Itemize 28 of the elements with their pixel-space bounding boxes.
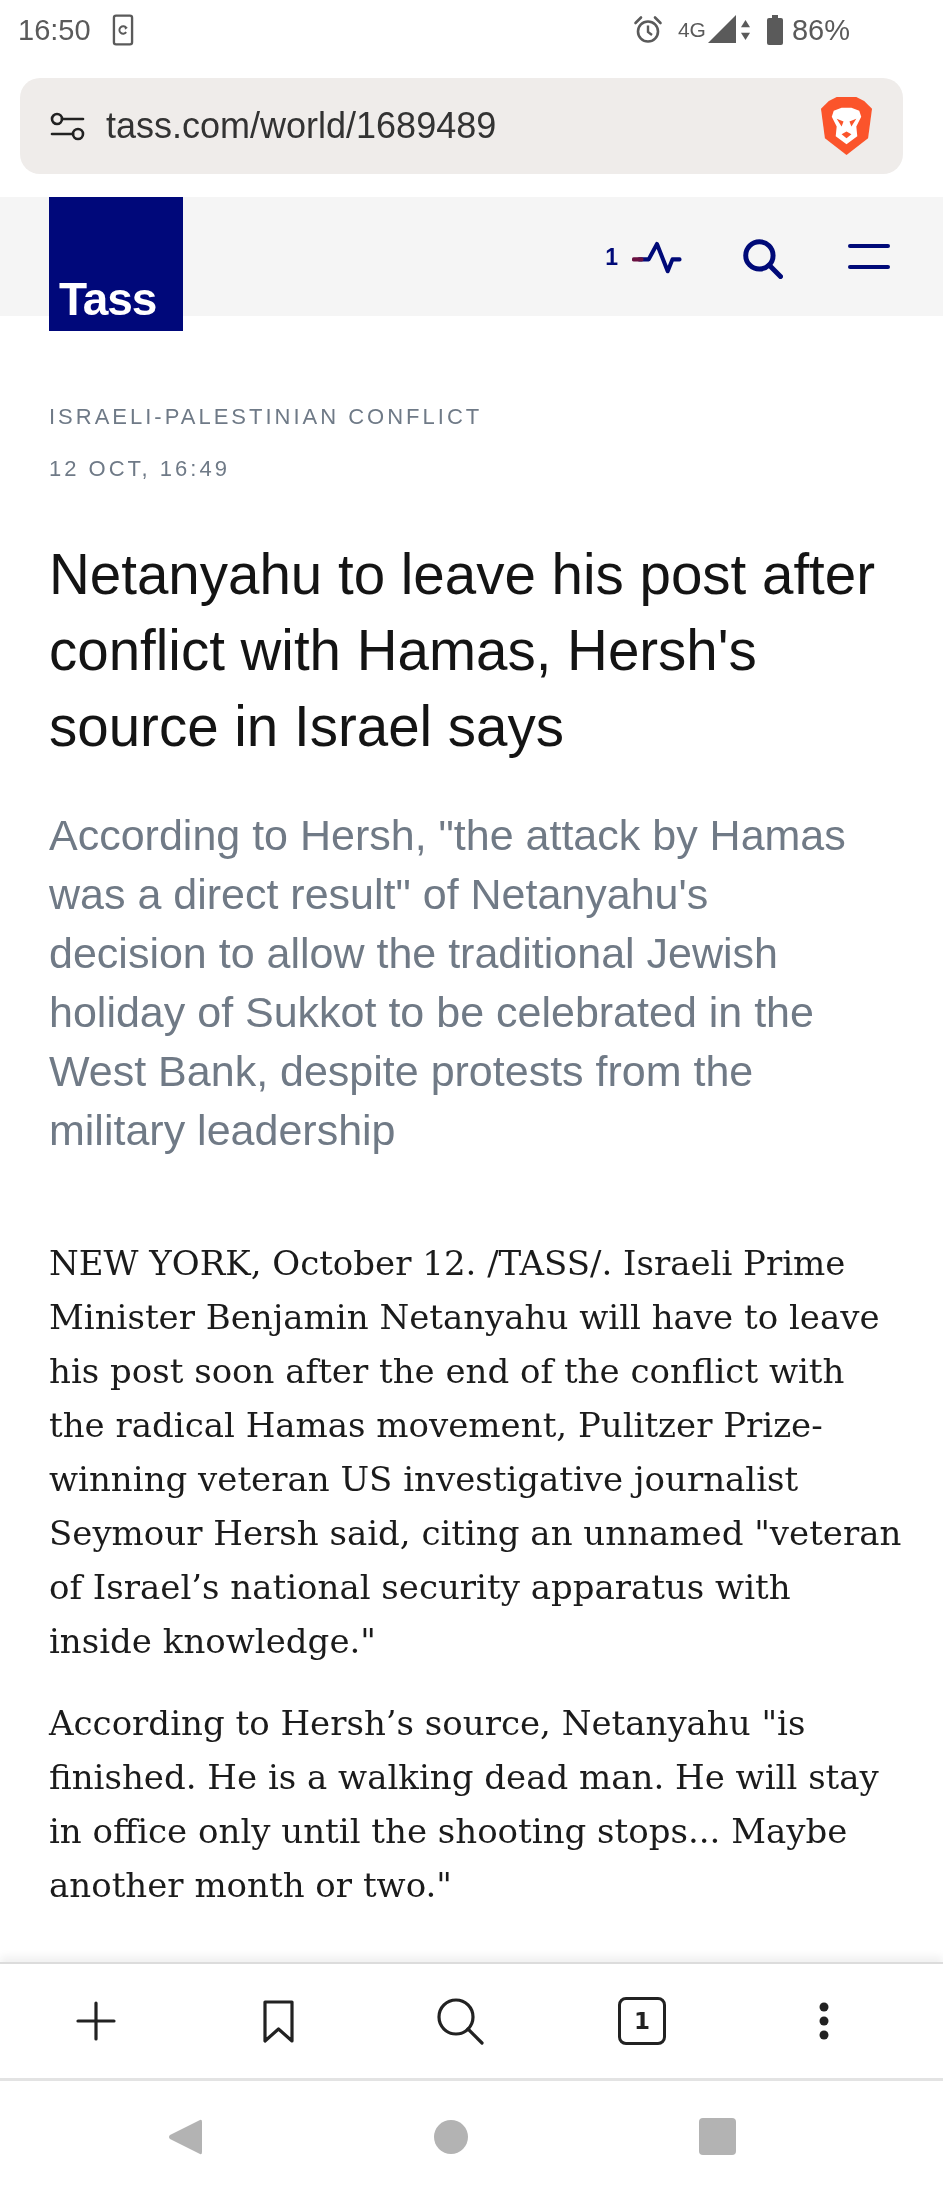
article-lead: According to Hersh, "the attack by Hamas was a direct result" of Netanyahu's decision to allow the traditional Jewish holiday of Sukkot to be celebrated in the West Bank, despite protests from the military leadership — [49, 810, 847, 1156]
live-count-button[interactable]: 1 — [605, 237, 682, 276]
article-paragraph: NEW YORK, October 12. /TASS/. Israeli Prime Minister Benjamin Netanyahu will have to leave his post soon after the end of the conflict with the radical Hamas movement, Pulitzer Prize-winning veteran US investigative journalist Seymour Hersh said, citing an unnamed "veteran of Israel’s national security apparatus with inside knowledge." — [49, 1242, 902, 1663]
battery-icon — [766, 15, 783, 45]
alarm-icon — [632, 15, 663, 45]
address-bar[interactable]: tass.com/world/1689489 — [20, 78, 903, 174]
sliders-icon[interactable] — [50, 111, 85, 141]
data-arrows-icon — [740, 20, 750, 40]
more-icon[interactable] — [819, 2002, 829, 2040]
search-icon[interactable] — [742, 238, 783, 279]
article-headline: Netanyahu to leave his post after conflict with Hamas, Hersh's source in Israel says — [49, 542, 877, 760]
lion-icon[interactable] — [820, 96, 873, 156]
url-text[interactable]: tass.com/world/1689489 — [106, 104, 497, 148]
battery-percent: 86% — [791, 13, 850, 47]
article-paragraph: According to Hersh’s source, Netanyahu "is finished. He is a walking dead man. He will stay in office only until the shooting stops... Maybe another month or two." — [49, 1702, 880, 1907]
network-type: 4G — [677, 17, 706, 43]
clock-time: 16:50 — [18, 13, 91, 47]
phone-icon — [111, 14, 134, 46]
logo-text: Tass — [59, 276, 157, 322]
search-icon[interactable] — [436, 1997, 484, 2045]
plus-icon[interactable] — [76, 2001, 116, 2041]
menu-icon[interactable] — [848, 244, 890, 269]
signal-icon — [707, 15, 736, 43]
tab-count-button[interactable]: 1 — [618, 1997, 666, 2045]
site-logo[interactable]: Tass — [49, 197, 183, 331]
bookmark-icon[interactable] — [262, 1999, 294, 2043]
publish-date: 12 OCT, 16:49 — [49, 455, 231, 483]
category-link[interactable]: ISRAELI-PALESTINIAN CONFLICT — [49, 402, 894, 432]
